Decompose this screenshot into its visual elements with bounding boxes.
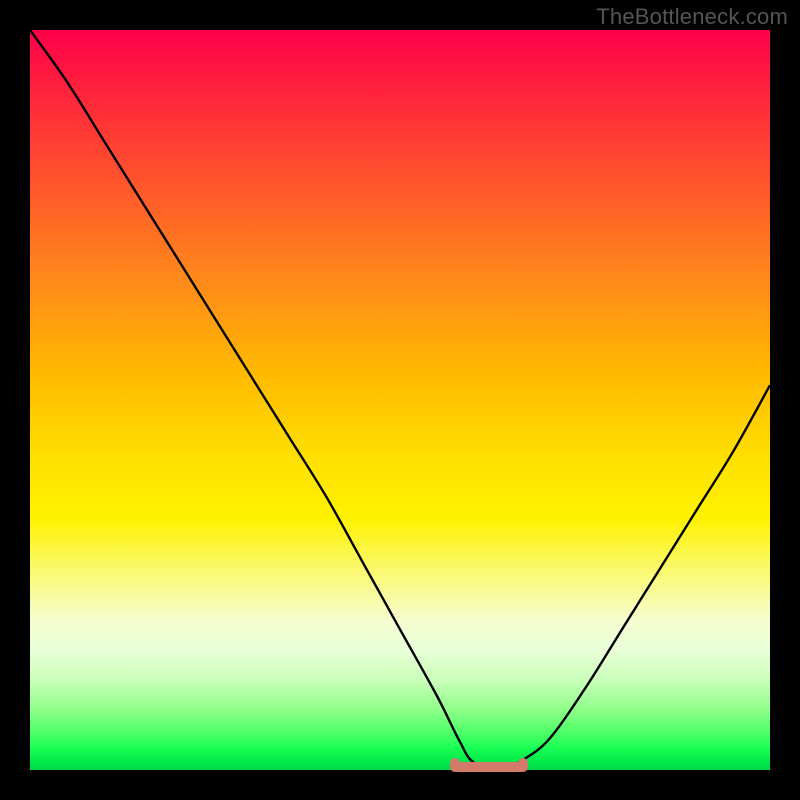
chart-plot-area [30, 30, 770, 770]
optimal-range-marker [452, 762, 526, 772]
bottleneck-curve [30, 30, 770, 770]
watermark-text: TheBottleneck.com [596, 4, 788, 30]
